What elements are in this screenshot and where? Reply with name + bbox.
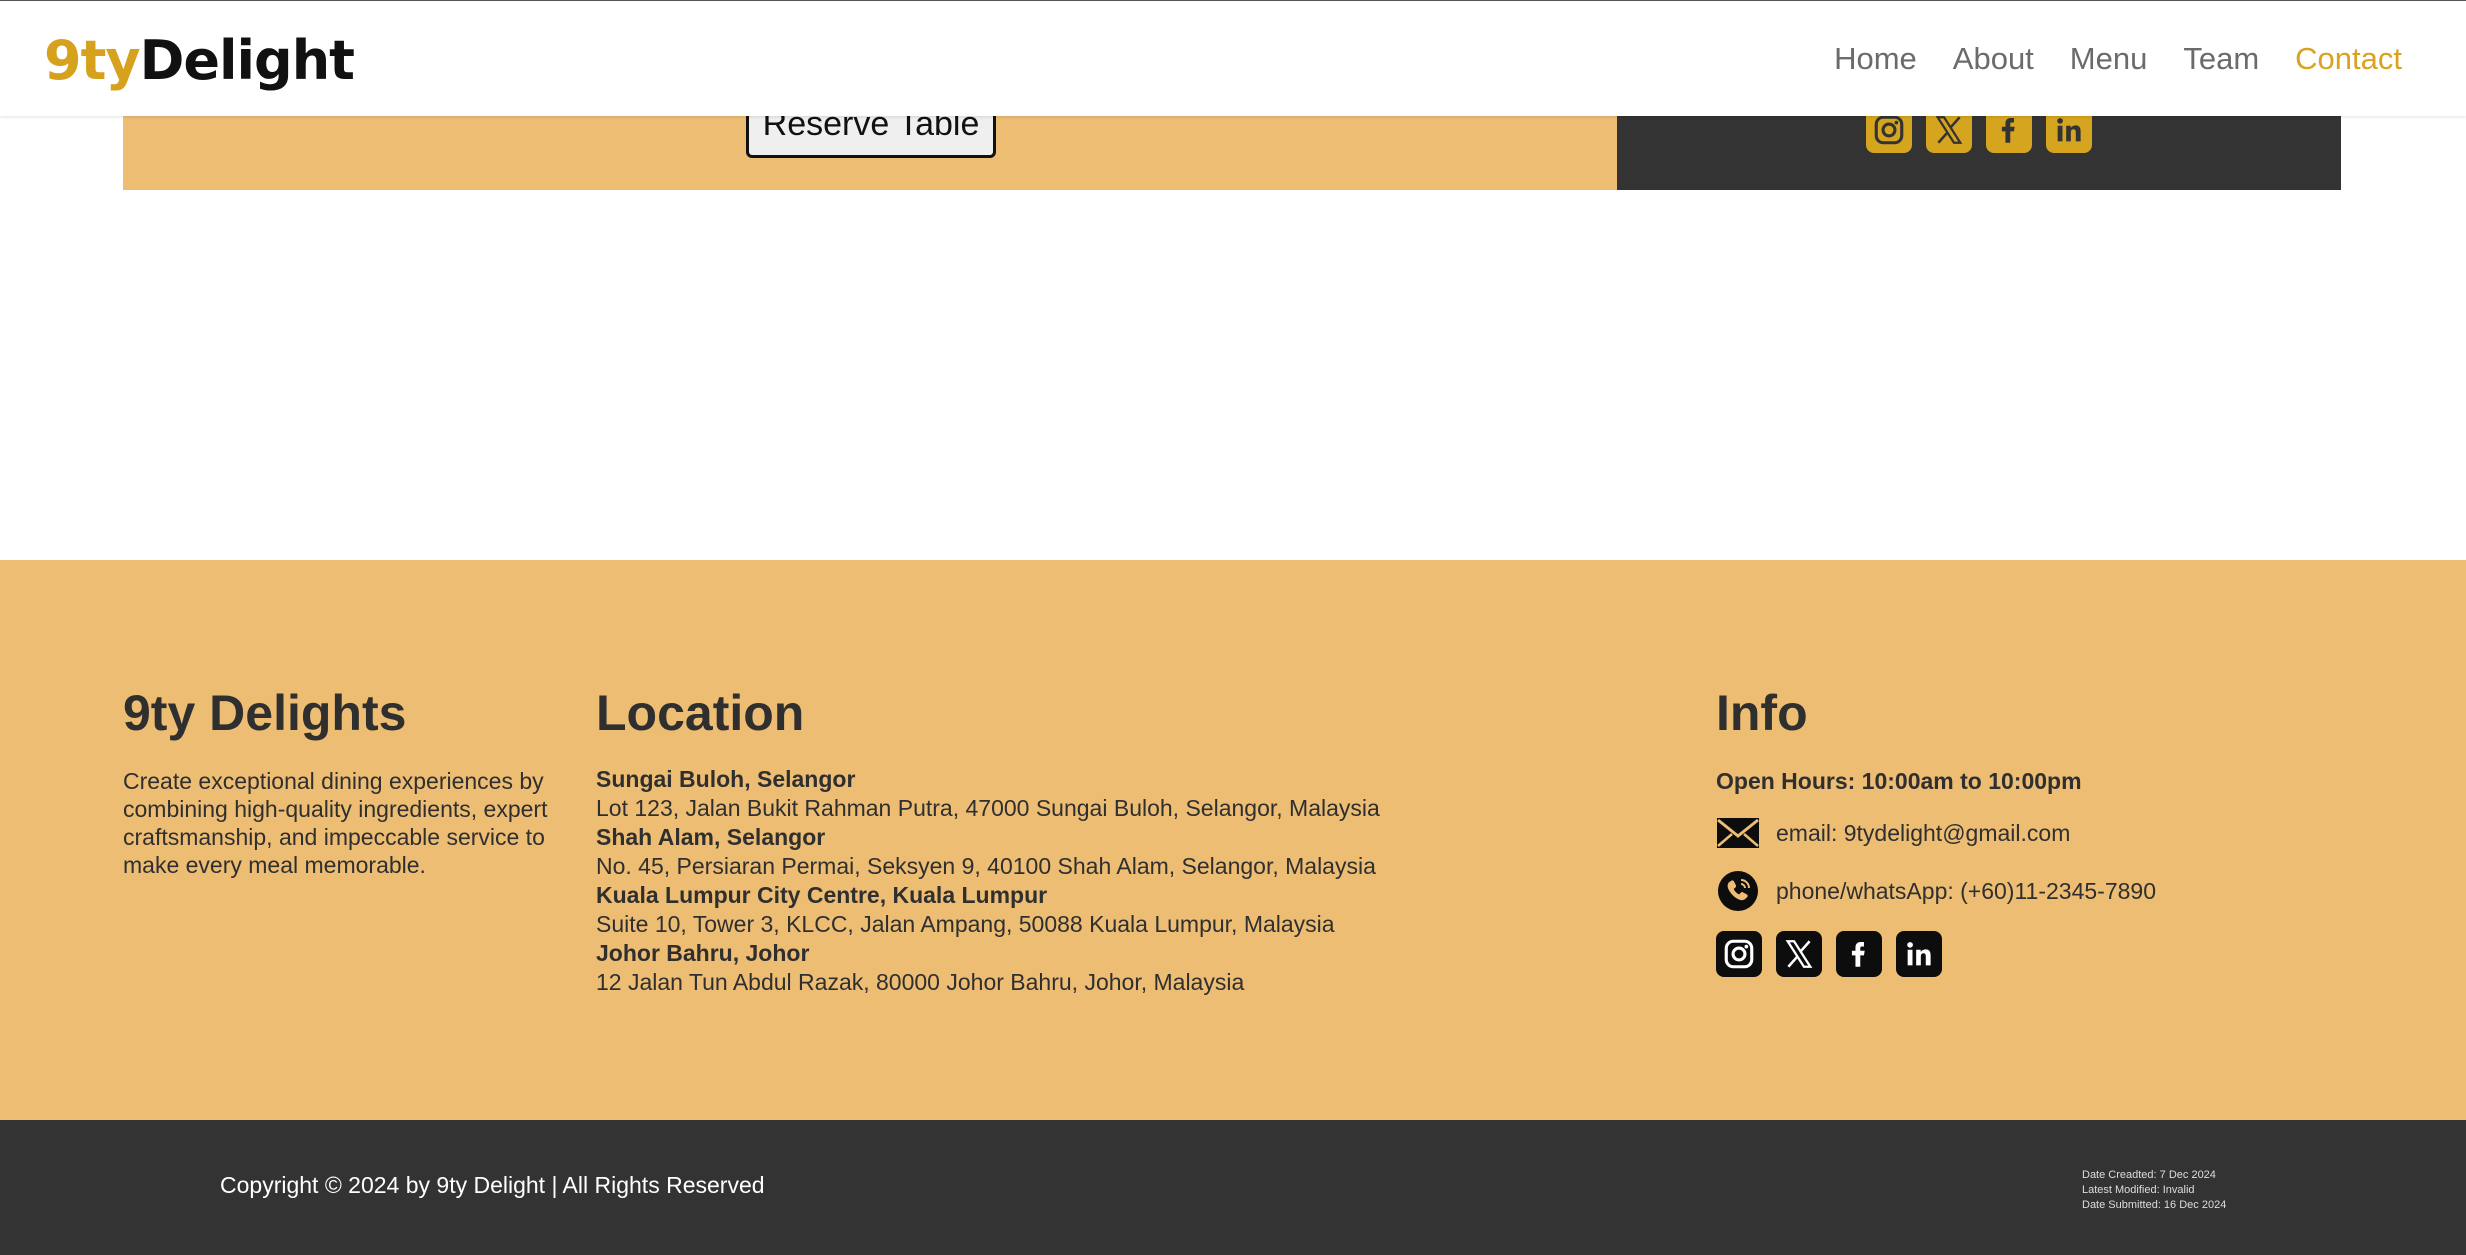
email-row: email: 9tydelight@gmail.com (1716, 813, 2336, 853)
email-text[interactable]: email: 9tydelight@gmail.com (1776, 820, 2070, 847)
envelope-icon (1716, 813, 1760, 853)
main-nav: Home About Menu Team Contact (1834, 39, 2402, 79)
location-address: Lot 123, Jalan Bukit Rahman Putra, 47000… (596, 795, 1380, 821)
nav-home[interactable]: Home (1834, 39, 1917, 79)
location-item: Kuala Lumpur City Centre, Kuala Lumpur S… (596, 881, 1596, 939)
location-name: Shah Alam, Selangor (596, 824, 826, 850)
x-twitter-icon[interactable] (1776, 931, 1822, 977)
nav-about[interactable]: About (1953, 39, 2034, 79)
footer-info: Info Open Hours: 10:00am to 10:00pm emai… (1716, 685, 2336, 977)
location-address: Suite 10, Tower 3, KLCC, Jalan Ampang, 5… (596, 911, 1335, 937)
instagram-icon[interactable] (1716, 931, 1762, 977)
logo-text-9ty: 9ty (44, 29, 141, 92)
location-list: Sungai Buloh, Selangor Lot 123, Jalan Bu… (596, 765, 1596, 997)
location-name: Johor Bahru, Johor (596, 940, 810, 966)
copyright-bar: Copyright © 2024 by 9ty Delight | All Ri… (0, 1120, 2466, 1255)
footer-about: 9ty Delights Create exceptional dining e… (123, 685, 563, 879)
location-title: Location (596, 685, 805, 741)
nav-contact[interactable]: Contact (2295, 39, 2402, 79)
phone-text[interactable]: phone/whatsApp: (+60)11-2345-7890 (1776, 878, 2156, 905)
site-logo[interactable]: 9tyDelight (44, 29, 355, 92)
location-name: Kuala Lumpur City Centre, Kuala Lumpur (596, 882, 1048, 908)
open-hours: Open Hours: 10:00am to 10:00pm (1716, 768, 2082, 794)
linkedin-icon[interactable] (1896, 931, 1942, 977)
location-item: Shah Alam, Selangor No. 45, Persiaran Pe… (596, 823, 1596, 881)
location-item: Sungai Buloh, Selangor Lot 123, Jalan Bu… (596, 765, 1596, 823)
nav-team[interactable]: Team (2183, 39, 2259, 79)
footer-social-links (1716, 931, 2336, 977)
location-name: Sungai Buloh, Selangor (596, 766, 856, 792)
logo-text-delight: Delight (139, 29, 355, 92)
date-created: Date Creadted: 7 Dec 2024 (2082, 1169, 2216, 1181)
location-address: No. 45, Persiaran Permai, Seksyen 9, 401… (596, 853, 1376, 879)
page-meta-dates: Date Creadted: 7 Dec 2024 Latest Modifie… (2082, 1168, 2226, 1213)
phone-row: phone/whatsApp: (+60)11-2345-7890 (1716, 871, 2336, 911)
location-address: 12 Jalan Tun Abdul Razak, 80000 Johor Ba… (596, 969, 1245, 995)
about-title: 9ty Delights (123, 685, 407, 741)
copyright-text: Copyright © 2024 by 9ty Delight | All Ri… (220, 1172, 765, 1198)
date-submitted: Date Submitted: 16 Dec 2024 (2082, 1199, 2227, 1211)
phone-icon (1716, 871, 1760, 911)
facebook-icon[interactable] (1836, 931, 1882, 977)
info-title: Info (1716, 685, 1808, 741)
location-item: Johor Bahru, Johor 12 Jalan Tun Abdul Ra… (596, 939, 1596, 997)
footer-location: Location Sungai Buloh, Selangor Lot 123,… (596, 685, 1596, 997)
nav-menu[interactable]: Menu (2070, 39, 2148, 79)
date-modified: Latest Modified: Invalid (2082, 1184, 2195, 1196)
site-footer: 9ty Delights Create exceptional dining e… (0, 560, 2466, 1120)
about-text: Create exceptional dining experiences by… (123, 768, 548, 878)
site-header: 9tyDelight Home About Menu Team Contact (0, 0, 2466, 116)
